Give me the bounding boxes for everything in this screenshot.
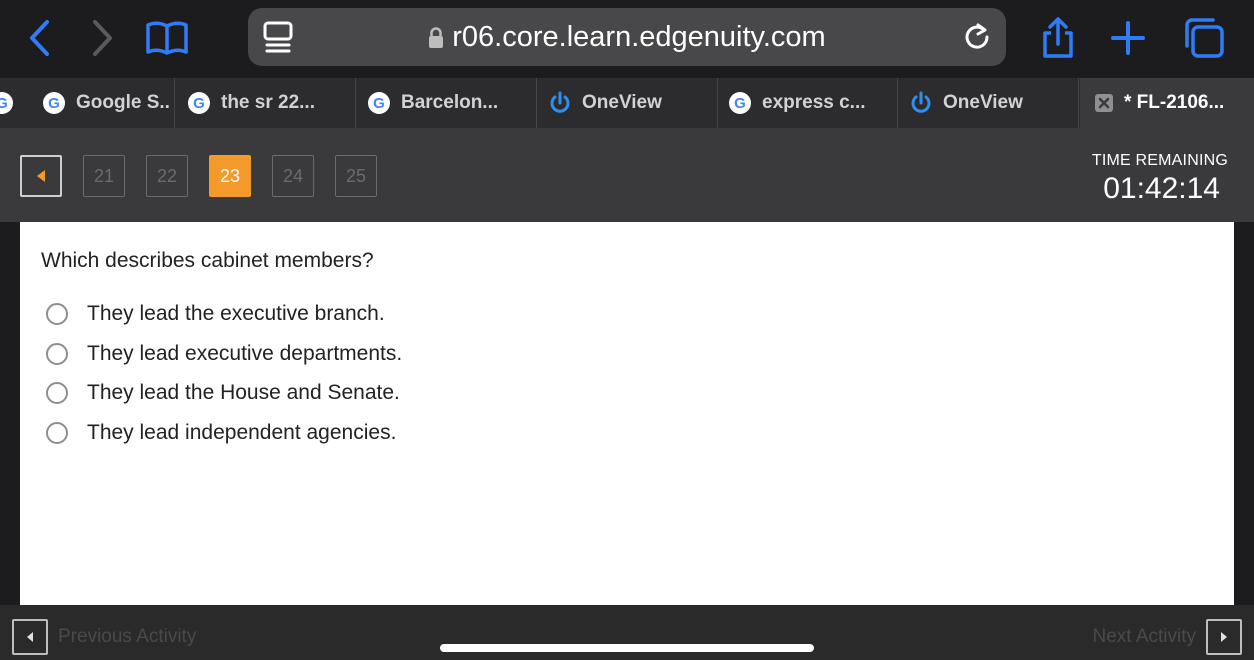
radio-button[interactable]	[46, 382, 68, 404]
book-icon	[146, 21, 188, 55]
radio-button[interactable]	[46, 343, 68, 365]
question-page-25[interactable]: 25	[335, 155, 377, 197]
home-indicator	[440, 644, 814, 652]
tab-label: express c...	[762, 92, 866, 113]
tab-strip: G G Google S.. G the sr 22... G Barcelon…	[0, 78, 1254, 128]
tabs-icon	[1185, 18, 1224, 58]
tab-barcelona[interactable]: G Barcelon...	[357, 78, 537, 128]
answer-option[interactable]: They lead the House and Senate.	[46, 378, 400, 408]
question-page-24[interactable]: 24	[272, 155, 314, 197]
google-icon: G	[368, 92, 390, 114]
browser-toolbar: r06.core.learn.edgenuity.com	[0, 0, 1254, 78]
radio-button[interactable]	[46, 422, 68, 444]
tab-the-sr[interactable]: G the sr 22...	[177, 78, 356, 128]
tab-express[interactable]: G express c...	[718, 78, 898, 128]
previous-activity-button[interactable]	[12, 619, 48, 655]
reload-button[interactable]	[962, 22, 992, 57]
close-icon[interactable]	[1094, 93, 1114, 113]
plus-icon	[1111, 21, 1145, 55]
answer-option-text: They lead executive departments.	[87, 342, 403, 365]
tab-oneview-1[interactable]: OneView	[538, 78, 718, 128]
tab-label: * FL-2106...	[1124, 92, 1225, 113]
svg-text:G: G	[0, 95, 8, 112]
tab-label: OneView	[943, 92, 1023, 113]
tab-fl-2106[interactable]: * FL-2106...	[1080, 78, 1254, 128]
tab-label: the sr 22...	[221, 92, 315, 113]
bookmarks-button[interactable]	[144, 14, 190, 62]
google-icon: G	[729, 92, 751, 114]
triangle-left-icon	[27, 632, 33, 642]
svg-text:G: G	[734, 95, 746, 112]
lock-icon	[428, 11, 444, 69]
previous-activity-label[interactable]: Previous Activity	[58, 626, 196, 648]
answer-option[interactable]: They lead the executive branch.	[46, 299, 385, 329]
question-page-21[interactable]: 21	[83, 155, 125, 197]
question-panel: Which describes cabinet members? They le…	[20, 222, 1234, 605]
quiz-nav-bar: 21 22 23 24 25 TIME REMAINING 01:42:14	[0, 128, 1254, 222]
power-icon	[550, 91, 570, 113]
answer-option-text: They lead independent agencies.	[87, 421, 397, 444]
svg-text:G: G	[373, 95, 385, 112]
triangle-left-icon	[37, 170, 45, 182]
triangle-right-icon	[1221, 632, 1227, 642]
google-icon: G	[0, 92, 13, 114]
question-page-22[interactable]: 22	[146, 155, 188, 197]
tab-partial[interactable]: G	[0, 78, 32, 128]
address-bar[interactable]: r06.core.learn.edgenuity.com	[248, 8, 1006, 66]
tabs-overview-button[interactable]	[1180, 14, 1228, 62]
tab-oneview-2[interactable]: OneView	[899, 78, 1079, 128]
tab-google-s[interactable]: G Google S..	[32, 78, 175, 128]
share-icon	[1043, 17, 1073, 58]
chevron-right-icon	[93, 20, 112, 56]
answer-option-text: They lead the executive branch.	[87, 302, 385, 325]
answer-option[interactable]: They lead executive departments.	[46, 339, 402, 369]
previous-question-button[interactable]	[20, 155, 62, 197]
radio-button[interactable]	[46, 303, 68, 325]
google-icon: G	[43, 92, 65, 114]
url-text: r06.core.learn.edgenuity.com	[452, 21, 826, 53]
new-tab-button[interactable]	[1108, 14, 1148, 62]
answer-option[interactable]: They lead independent agencies.	[46, 418, 396, 448]
tab-label: Barcelon...	[401, 92, 499, 113]
url-text-wrap: r06.core.learn.edgenuity.com	[248, 8, 1006, 66]
answer-option-text: They lead the House and Senate.	[87, 381, 400, 404]
svg-text:G: G	[193, 95, 205, 112]
back-button[interactable]	[22, 14, 56, 62]
question-page-23[interactable]: 23	[209, 155, 251, 197]
tab-label: Google S..	[76, 92, 170, 113]
svg-text:G: G	[48, 95, 60, 112]
google-icon: G	[188, 92, 210, 114]
next-activity-label[interactable]: Next Activity	[1093, 626, 1196, 648]
tab-label: OneView	[582, 92, 662, 113]
share-button[interactable]	[1038, 14, 1078, 62]
time-remaining-label: TIME REMAINING	[1091, 152, 1228, 169]
forward-button[interactable]	[86, 14, 120, 62]
reload-icon	[965, 23, 989, 49]
power-icon	[911, 91, 931, 113]
next-activity-button[interactable]	[1206, 619, 1242, 655]
chevron-left-icon	[30, 20, 49, 56]
question-text: Which describes cabinet members?	[41, 249, 374, 272]
time-remaining-value: 01:42:14	[1103, 172, 1220, 205]
